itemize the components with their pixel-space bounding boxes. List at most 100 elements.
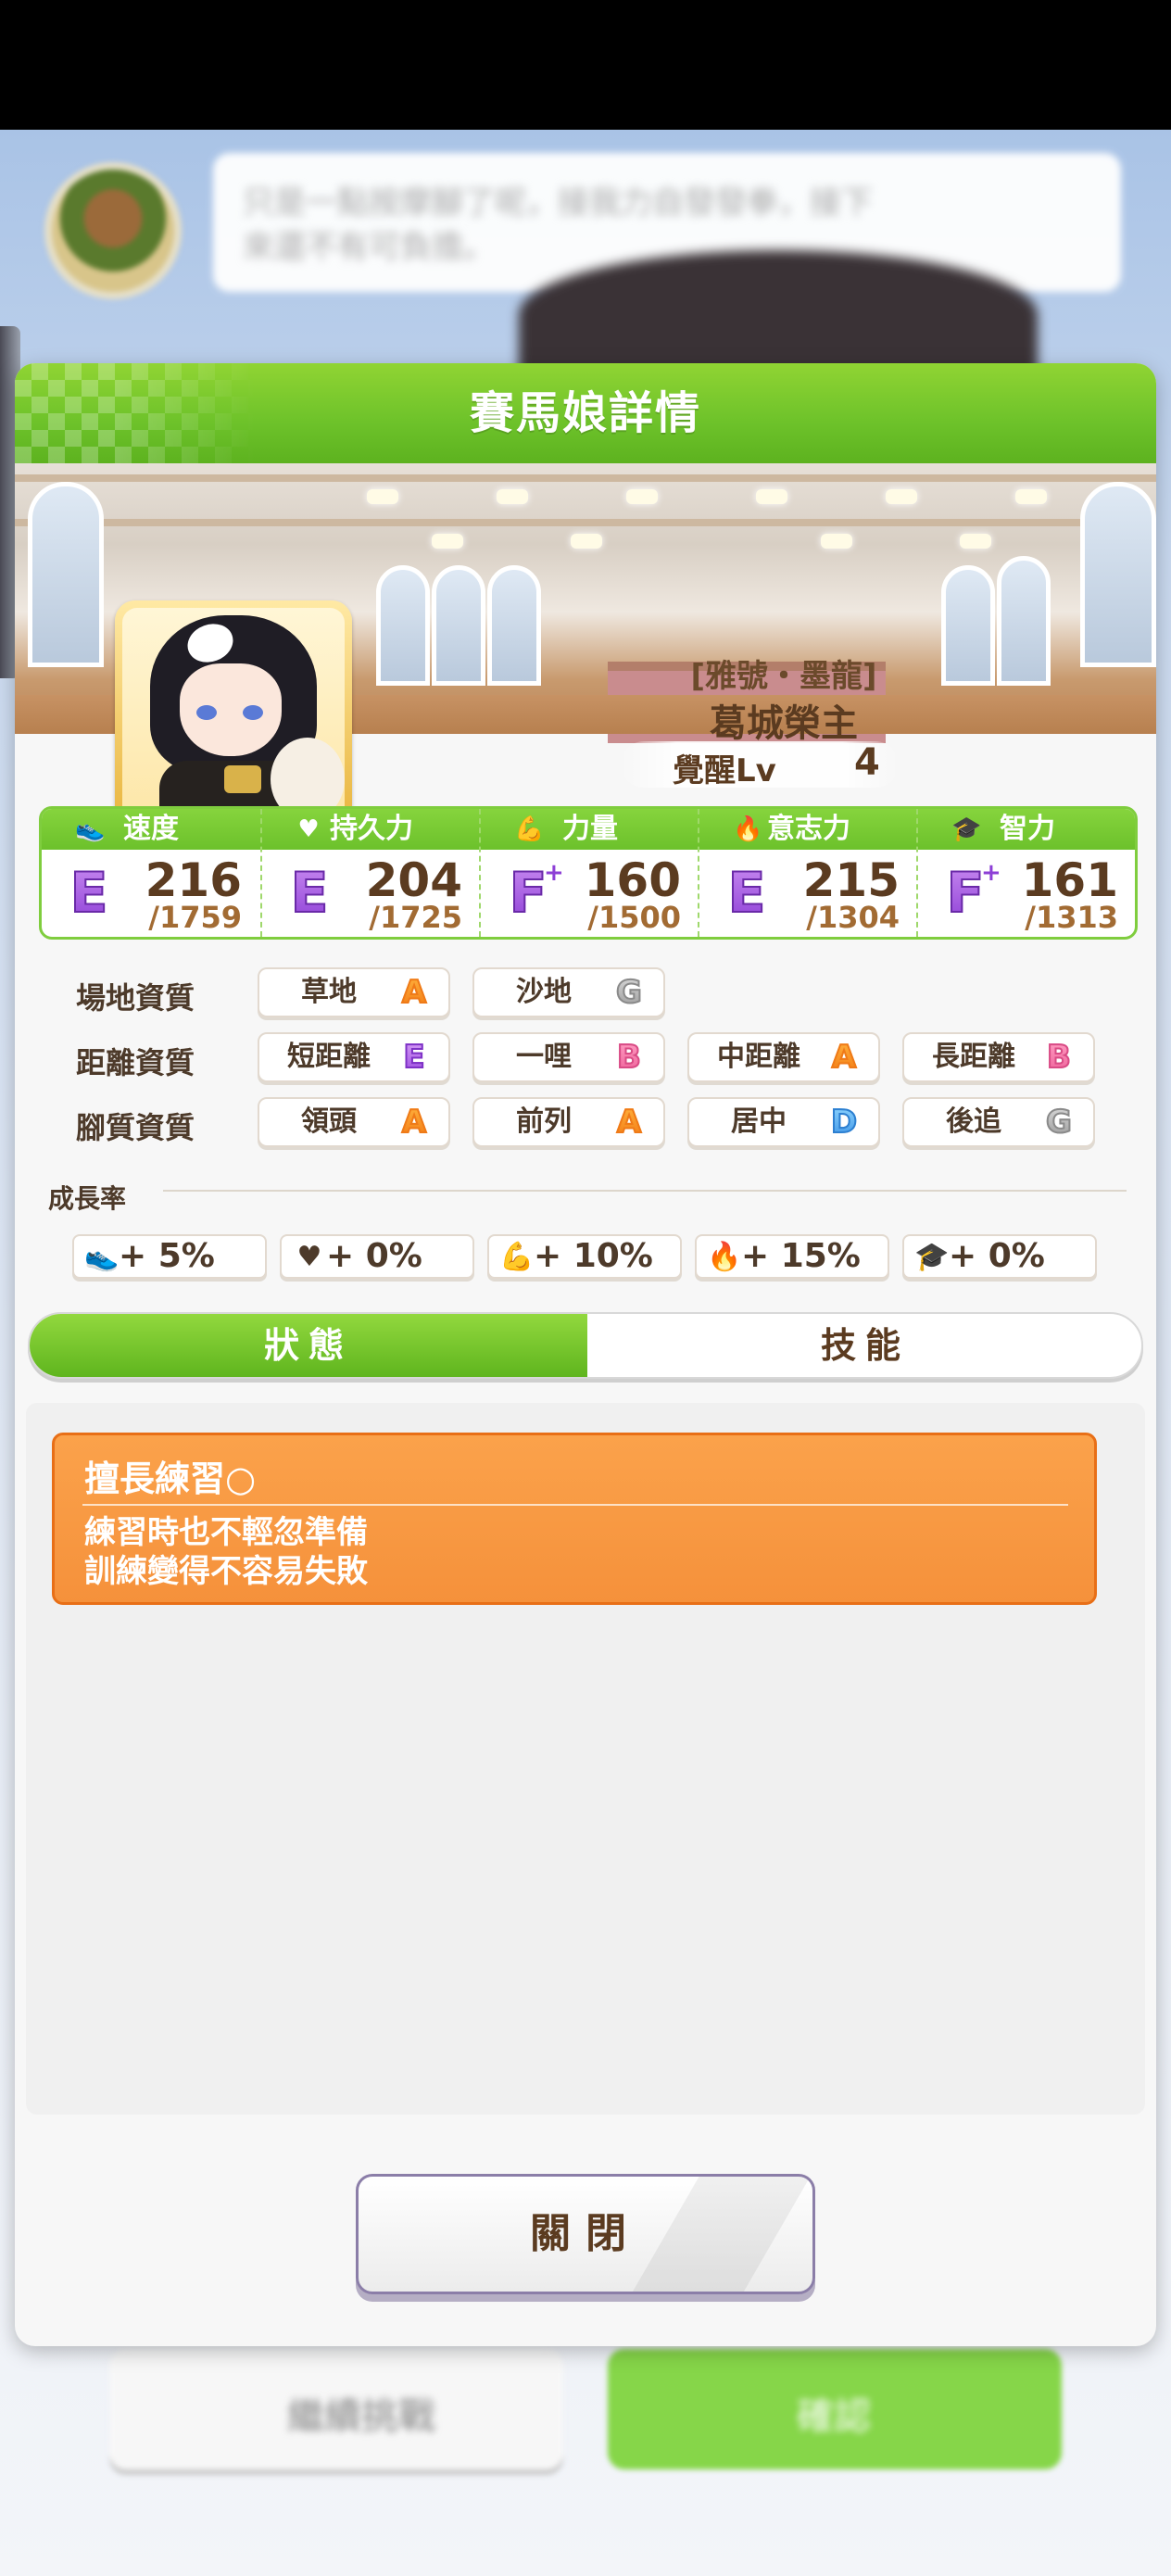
growth-guts: 🔥 + 15% [695, 1234, 889, 1279]
stat-stamina: ♥ 持久力 E 204 /1725 [260, 809, 481, 937]
stat-name: 持久力 [330, 813, 413, 845]
ceiling-light [1015, 489, 1047, 504]
stat-guts: 🔥 意志力 E 215 /1304 [698, 809, 918, 937]
ceiling-beam [15, 474, 1156, 482]
stat-max: /1500 [587, 900, 681, 935]
growth-value: + 0% [949, 1237, 1045, 1275]
aptitude-late-surger: 居中 D [687, 1097, 880, 1147]
stat-name: 速度 [123, 813, 179, 845]
gym-window [28, 482, 104, 667]
aptitude-grade: B [611, 1039, 647, 1076]
stat-rank: E [281, 860, 338, 927]
stat-rank: E [718, 860, 775, 927]
awaken-level-label: 覺醒Lv [673, 752, 776, 789]
ceiling-beam [15, 519, 1156, 526]
stat-max: /1759 [148, 900, 242, 935]
fire-icon: 🔥 [707, 1241, 742, 1273]
portrait-face [180, 663, 282, 756]
aptitude-grade: A [397, 1104, 432, 1141]
aptitude-name: 中距離 [717, 1041, 800, 1073]
status-title: 擅長練習○ [84, 1458, 257, 1499]
muscle-icon: 💪 [499, 1241, 535, 1273]
aptitude-name: 領頭 [301, 1105, 357, 1138]
graduation-cap-icon: 🎓 [914, 1241, 950, 1273]
character-name: 葛城榮主 [710, 702, 858, 745]
aptitude-mile: 一哩 B [472, 1032, 665, 1082]
aptitude-grade: G [611, 974, 647, 1011]
aptitude-name: 短距離 [287, 1041, 371, 1073]
aptitude-sprint: 短距離 E [258, 1032, 450, 1082]
aptitude-dirt: 沙地 G [472, 967, 665, 1017]
growth-value: + 10% [534, 1237, 653, 1275]
umamusume-details-dialog: 賽馬娘詳情 [雅號・墨龍] 葛城榮主 覺醒Lv 4 👟 速度 E 216 /17… [15, 363, 1156, 2346]
close-button[interactable]: 關閉 [356, 2174, 815, 2294]
tab-status[interactable]: 狀態 [30, 1314, 587, 1377]
background-confirm-label: 確認 [797, 2395, 871, 2438]
character-epithet: [雅號・墨龍] [690, 658, 877, 695]
portrait-eye [243, 705, 263, 720]
character-banner: [雅號・墨龍] 葛城榮主 覺醒Lv 4 [15, 463, 1156, 864]
stats-table: 👟 速度 E 216 /1759 ♥ 持久力 E 204 /1725 💪 力量 … [39, 806, 1138, 940]
stat-power: 💪 力量 F + 160 /1500 [479, 809, 699, 937]
distance-aptitude-label: 距離資質 [76, 1045, 195, 1080]
aptitude-grade: E [397, 1039, 432, 1076]
aptitude-long: 長距離 B [902, 1032, 1095, 1082]
aptitude-turf: 草地 A [258, 967, 450, 1017]
aptitude-medium: 中距離 A [687, 1032, 880, 1082]
stat-wisdom: 🎓 智力 F + 161 /1313 [916, 809, 1135, 937]
growth-rate-divider [163, 1190, 1127, 1192]
aptitude-name: 沙地 [516, 976, 572, 1008]
stat-rank: E [60, 860, 118, 927]
aptitude-name: 後追 [946, 1105, 1001, 1138]
stat-rank-plus: + [544, 859, 564, 887]
ceiling-light [571, 534, 602, 549]
stat-name: 力量 [562, 813, 618, 845]
gym-window [941, 565, 995, 686]
track-aptitude-label: 場地資質 [76, 980, 195, 1016]
stat-max: /1313 [1025, 900, 1118, 935]
aptitude-end-closer: 後追 G [902, 1097, 1095, 1147]
tab-skills[interactable]: 技能 [587, 1314, 1141, 1377]
portrait-ribbon [224, 765, 261, 793]
portrait-eye [196, 705, 217, 720]
ceiling-light [497, 489, 528, 504]
gym-window [1080, 482, 1156, 667]
character-portrait [115, 600, 352, 834]
growth-power: 💪 + 10% [487, 1234, 682, 1279]
ceiling-light [886, 489, 917, 504]
shoe-icon: 👟 [84, 1241, 120, 1273]
close-button-label: 關閉 [530, 2210, 641, 2257]
aptitude-grade: A [611, 1104, 647, 1141]
aptitude-front-runner: 領頭 A [258, 1097, 450, 1147]
ceiling-light [367, 489, 398, 504]
growth-rate-label: 成長率 [48, 1183, 127, 1214]
detail-tabs: 狀態 技能 [28, 1312, 1143, 1379]
strategy-aptitude-label: 腳質資質 [76, 1110, 195, 1145]
stat-max: /1304 [806, 900, 900, 935]
ceiling-light [821, 534, 852, 549]
growth-speed: 👟 + 5% [72, 1234, 267, 1279]
gym-window [487, 565, 541, 686]
stat-rank-plus: + [981, 859, 1001, 887]
stat-max: /1725 [369, 900, 462, 935]
ceiling-light [432, 534, 463, 549]
gym-window [376, 565, 430, 686]
aptitude-grade: G [1041, 1104, 1077, 1141]
aptitude-name: 居中 [731, 1105, 787, 1138]
heart-icon: ♥ [296, 1241, 322, 1273]
stat-name: 意志力 [767, 813, 850, 845]
growth-value: + 0% [326, 1237, 422, 1275]
background-continue-label: 繼續挑戰 [287, 2395, 435, 2438]
aptitude-grade: B [1041, 1039, 1077, 1076]
status-card[interactable]: 擅長練習○ 練習時也不輕忽準備 訓練變得不容易失敗 [52, 1433, 1097, 1605]
growth-value: + 5% [119, 1237, 215, 1275]
aptitude-grade: A [397, 974, 432, 1011]
background-avatar [44, 162, 182, 299]
stat-speed: 👟 速度 E 216 /1759 [42, 809, 260, 937]
stat-name: 智力 [1000, 813, 1055, 845]
ceiling-light [626, 489, 658, 504]
dialog-title: 賽馬娘詳情 [469, 387, 701, 439]
growth-wisdom: 🎓 + 0% [902, 1234, 1097, 1279]
ceiling-light [960, 534, 991, 549]
aptitude-name: 草地 [301, 976, 357, 1008]
